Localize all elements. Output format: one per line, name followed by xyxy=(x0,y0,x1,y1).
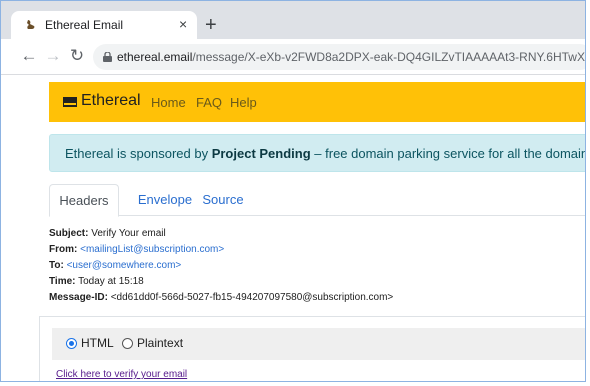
browser-tab[interactable]: Ethereal Email × xyxy=(11,11,197,39)
message-body-panel: HTML Plaintext Click here to verify your… xyxy=(39,316,585,381)
ethereal-favicon-icon xyxy=(27,20,35,29)
verify-email-link[interactable]: Click here to verify your email xyxy=(56,369,187,380)
url-path: /message/X-eXb-v2FWD8a2DPX-eak-DQ4GILZvT… xyxy=(192,50,585,64)
format-selector: HTML Plaintext xyxy=(52,328,585,360)
to-row: To: <user@somewhere.com> xyxy=(49,258,393,274)
plaintext-radio[interactable] xyxy=(122,338,133,349)
tab-title: Ethereal Email xyxy=(45,18,124,32)
tab-source[interactable]: Source xyxy=(199,184,247,216)
url-domain: ethereal.email xyxy=(117,50,193,64)
url-text[interactable]: ethereal.email/message/X-eXb-v2FWD8a2DPX… xyxy=(117,50,585,64)
plaintext-radio-label[interactable]: Plaintext xyxy=(137,336,183,350)
site-navbar: Ethereal Home FAQ Help xyxy=(49,82,585,122)
lock-icon[interactable] xyxy=(103,52,112,62)
browser-toolbar: ← → ↻ ethereal.email/message/X-eXb-v2FWD… xyxy=(1,39,585,75)
time-row: Time: Today at 15:18 xyxy=(49,274,393,290)
brand-link[interactable]: Ethereal xyxy=(81,92,141,110)
time-label: Time: xyxy=(49,276,76,287)
close-tab-icon[interactable]: × xyxy=(179,16,187,32)
sponsor-alert: Ethereal is sponsored by Project Pending… xyxy=(49,134,586,172)
nav-faq-link[interactable]: FAQ xyxy=(196,95,222,110)
from-row: From: <mailingList@subscription.com> xyxy=(49,242,393,258)
html-radio[interactable] xyxy=(66,338,77,349)
from-label: From: xyxy=(49,244,78,255)
message-id-row: Message-ID: <dd61dd0f-566d-5027-fb15-494… xyxy=(49,290,393,306)
message-id-value: <dd61dd0f-566d-5027-fb15-494207097580@su… xyxy=(110,292,394,303)
subject-label: Subject: xyxy=(49,228,89,239)
to-label: To: xyxy=(49,260,64,271)
time-value: Today at 15:18 xyxy=(78,276,144,287)
page-content: Ethereal Home FAQ Help Ethereal is spons… xyxy=(1,76,586,381)
back-arrow-icon[interactable]: ← xyxy=(19,45,39,67)
reload-icon[interactable]: ↻ xyxy=(67,45,87,67)
address-bar[interactable]: ethereal.email/message/X-eXb-v2FWD8a2DPX… xyxy=(93,44,585,70)
message-id-label: Message-ID: xyxy=(49,292,108,303)
browser-window: Ethereal Email × + ← → ↻ ethereal.email/… xyxy=(0,0,586,382)
sponsor-text: Ethereal is sponsored by Project Pending… xyxy=(65,146,586,161)
forward-arrow-icon[interactable]: → xyxy=(43,45,63,67)
nav-home-link[interactable]: Home xyxy=(151,95,186,110)
html-radio-label[interactable]: HTML xyxy=(81,336,114,350)
message-tabs: Headers Envelope Source xyxy=(49,184,585,217)
tab-envelope[interactable]: Envelope xyxy=(129,184,201,216)
subject-value: Verify Your email xyxy=(91,228,166,239)
tab-strip: Ethereal Email × + xyxy=(1,1,585,39)
message-headers: Subject: Verify Your email From: <mailin… xyxy=(49,226,393,306)
sponsor-name: Project Pending xyxy=(211,146,311,161)
envelope-icon xyxy=(63,97,77,107)
subject-row: Subject: Verify Your email xyxy=(49,226,393,242)
new-tab-icon[interactable]: + xyxy=(205,15,217,35)
sponsor-prefix: Ethereal is sponsored by xyxy=(65,146,212,161)
sponsor-suffix: – free domain parking service for all th… xyxy=(314,146,586,161)
from-email-link[interactable]: <mailingList@subscription.com> xyxy=(80,244,224,255)
tab-headers[interactable]: Headers xyxy=(49,184,119,217)
nav-help-link[interactable]: Help xyxy=(230,95,257,110)
to-email-link[interactable]: <user@somewhere.com> xyxy=(67,260,182,271)
